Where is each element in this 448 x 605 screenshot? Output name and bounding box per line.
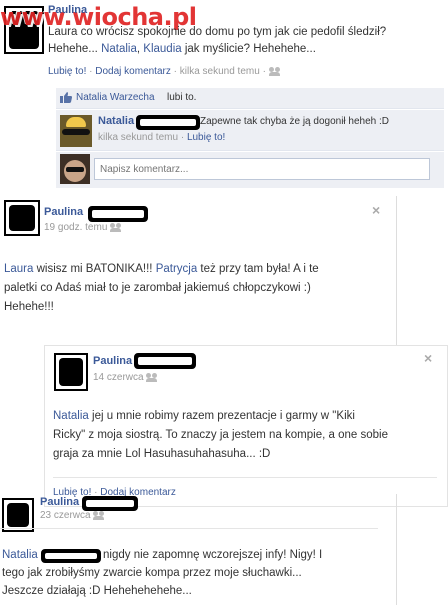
post-text-prefix: Hehehe... — [48, 43, 102, 55]
post-3: Paulina × 14 czerwca Natalia jej u mnie … — [0, 345, 448, 507]
text: jej u mnie robimy razem prezentacje i ga… — [88, 410, 355, 422]
mention-patrycja[interactable]: Patrycja — [156, 263, 198, 275]
post-author[interactable]: Paulina — [48, 4, 87, 16]
like-link[interactable]: Lubię to! — [48, 66, 86, 77]
post-text: Laura wisisz mi BATONIKA!!! Patrycja też… — [4, 260, 396, 317]
likes-suffix: lubi to. — [167, 92, 197, 103]
redacted-surname — [136, 115, 200, 130]
liker-name[interactable]: Natalia Warzecha — [76, 92, 155, 103]
post-1: www.wiocha.pl Paulina Laura co wrócisz s… — [0, 0, 448, 192]
comment: Natalia Zapewne tak chyba że ją dogonił … — [56, 110, 444, 151]
post-2: Paulina × 19 godz. temu Laura wisisz mi … — [0, 196, 448, 356]
post-text-line-2: paletki co Adaś miał to je zarombał jaki… — [4, 282, 311, 294]
post-text-line-1: Laura co wrócisz spokojnie do domu po ty… — [48, 26, 387, 38]
mention-klaudia[interactable]: Klaudia — [143, 43, 181, 55]
avatar-redacted — [54, 353, 88, 391]
avatar-redacted — [4, 200, 40, 236]
redacted-surname — [88, 206, 148, 222]
write-comment-row — [56, 152, 444, 188]
post-4: Paulina 23 czerwca Natalia nigdy nie zap… — [0, 494, 448, 605]
post-text-line-3: Hehehe!!! — [4, 301, 54, 313]
post-text-line-3: Jeszcze działają :D Hehehehehehe... — [2, 585, 192, 597]
people-icon — [110, 222, 122, 232]
people-icon — [146, 372, 158, 382]
mention-natalia[interactable]: Natalia — [53, 410, 89, 422]
close-icon[interactable]: × — [424, 350, 432, 366]
close-icon[interactable]: × — [372, 202, 380, 218]
mention-natalia[interactable]: Natalia — [101, 43, 137, 55]
comment-author[interactable]: Natalia — [98, 115, 134, 127]
redacted-surname — [134, 353, 196, 369]
post-text-line-2: Ricky" z moja siostrą. To znaczy ja jest… — [53, 429, 388, 441]
post-text: Natalia nigdy nie zapomnę wczorejszej in… — [2, 546, 394, 600]
thumbs-up-icon — [60, 92, 72, 103]
post-meta: 19 godz. temu — [44, 222, 122, 233]
post-time[interactable]: 14 czerwca — [93, 372, 144, 383]
comment-text: Zapewne tak chyba że ją dogonił heheh :D — [200, 116, 390, 127]
post-text: Laura co wrócisz spokojnie do domu po ty… — [48, 24, 448, 58]
separator: · — [259, 66, 269, 77]
comment-meta: kilka sekund temu · Lubię to! — [98, 132, 225, 143]
post-text-line-2: tego jak zrobiłyśmy zwarcie kompa przez … — [2, 567, 302, 579]
divider — [53, 477, 437, 478]
comment-avatar — [60, 115, 92, 147]
text: też przy tam była! A i te — [197, 263, 319, 275]
comment-time: kilka sekund temu — [98, 132, 179, 143]
post-author[interactable]: Paulina — [93, 355, 132, 367]
current-user-avatar — [60, 154, 90, 184]
people-icon — [93, 510, 105, 520]
redacted-surname — [41, 548, 103, 563]
divider — [0, 528, 378, 529]
post-time[interactable]: 19 godz. temu — [44, 222, 107, 233]
mention-laura[interactable]: Laura — [4, 263, 33, 275]
separator: · — [86, 66, 96, 77]
add-comment-link[interactable]: Dodaj komentarz — [95, 66, 171, 77]
text: wisisz mi BATONIKA!!! — [33, 263, 156, 275]
post-text-suffix: jak myślicie? Hehehehe... — [181, 43, 316, 55]
text: nigdy nie zapomnę wczorejszej infy! Nigy… — [103, 549, 323, 561]
post-meta: 14 czerwca — [93, 372, 158, 383]
post-text-line-3: graja za mnie Lol Hasuhasuhahasuha... :D — [53, 448, 271, 460]
avatar-redacted — [2, 498, 34, 532]
post-author[interactable]: Paulina — [44, 206, 83, 218]
mention-natalia[interactable]: Natalia — [2, 549, 38, 561]
people-icon — [268, 66, 281, 76]
comment-input[interactable] — [94, 158, 430, 180]
separator: · — [178, 132, 187, 143]
post-text: Natalia jej u mnie robimy razem prezenta… — [53, 407, 443, 464]
redacted-surname — [82, 496, 138, 511]
post-time: kilka sekund temu — [179, 66, 260, 77]
comment-like-link[interactable]: Lubię to! — [187, 132, 225, 143]
post-time[interactable]: 23 czerwca — [40, 510, 91, 521]
post-actions: Lubię to! · Dodaj komentarz · kilka seku… — [48, 66, 281, 77]
post-meta: 23 czerwca — [40, 510, 105, 521]
post-author[interactable]: Paulina — [40, 496, 79, 508]
likes-bar: Natalia Warzecha lubi to. — [56, 88, 444, 109]
separator: · — [170, 66, 180, 77]
